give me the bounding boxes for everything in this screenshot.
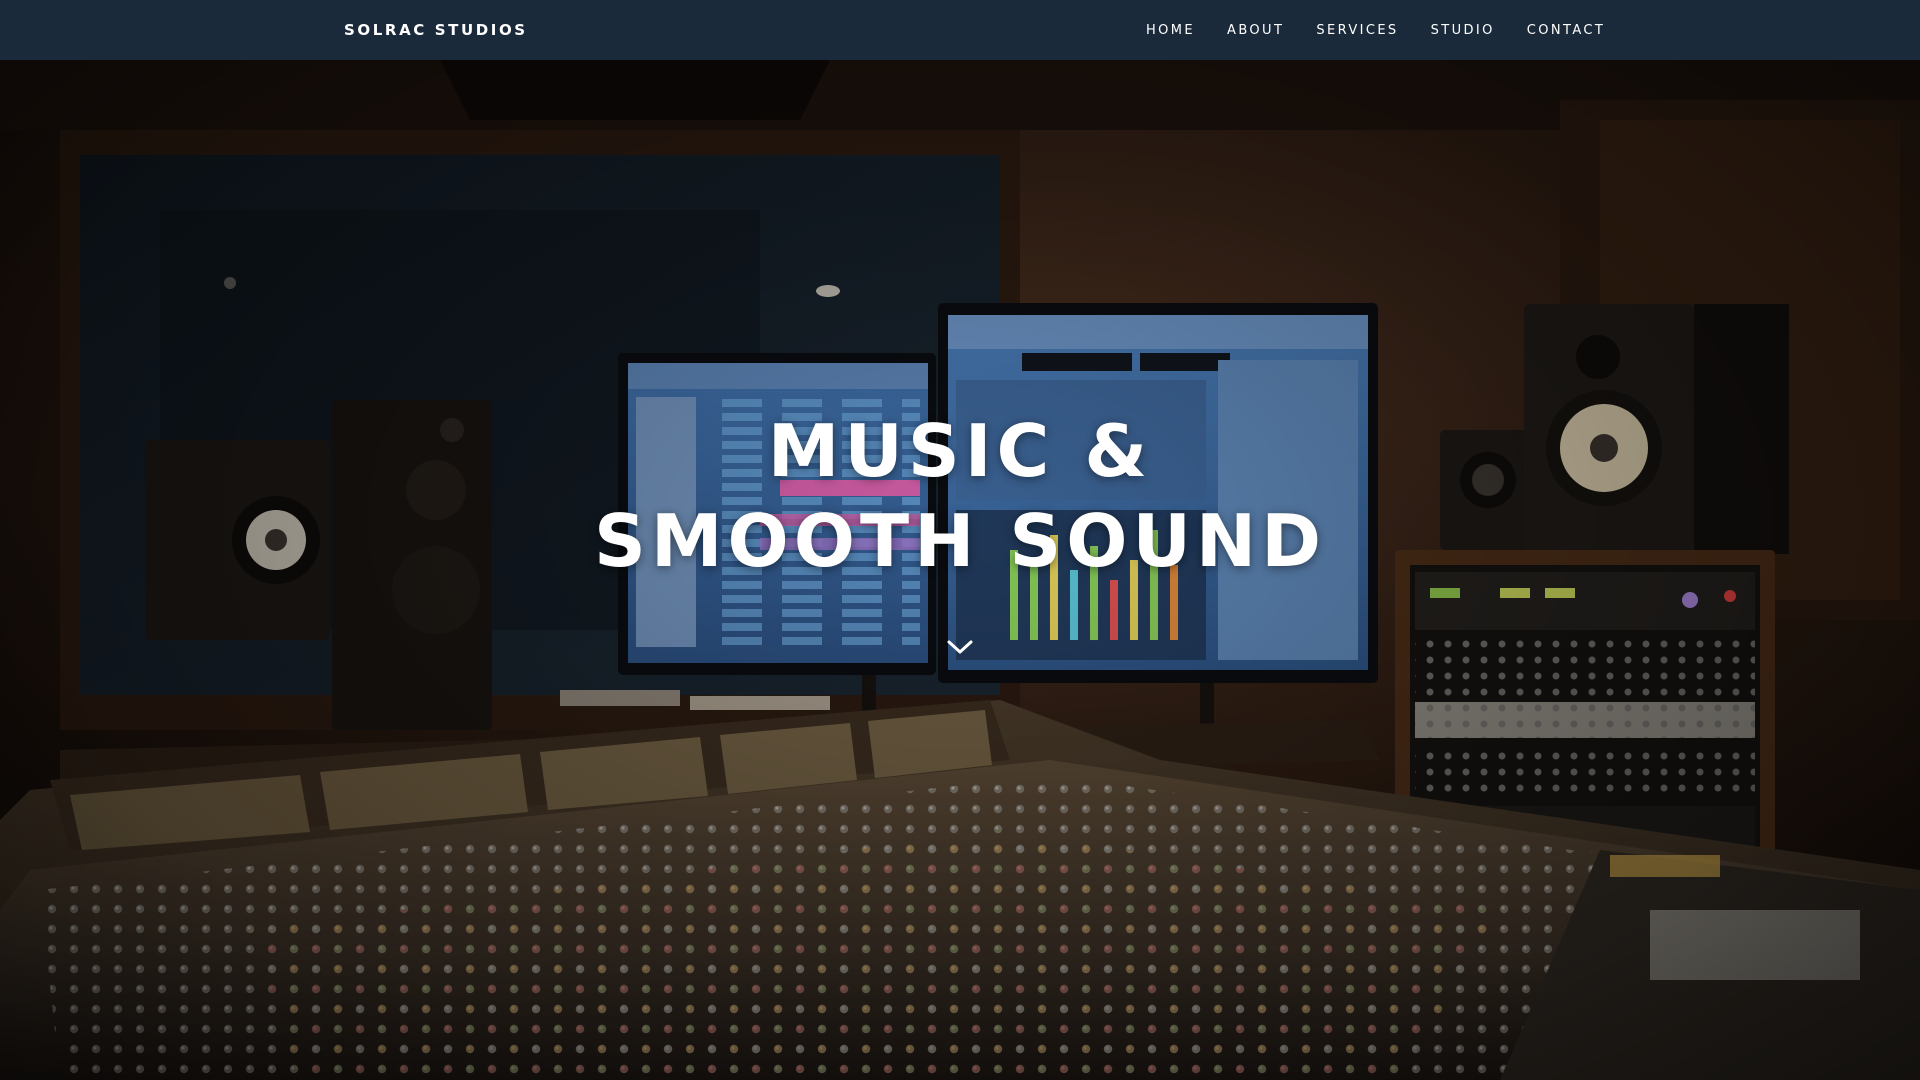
hero-section: MUSIC & SMOOTH SOUND bbox=[0, 60, 1920, 1080]
chevron-down-icon[interactable] bbox=[946, 636, 974, 658]
chevron-down-icon-glyph bbox=[947, 640, 973, 654]
menu-item-services: SERVICES bbox=[1316, 23, 1398, 38]
menu-item-studio: STUDIO bbox=[1431, 23, 1495, 38]
nav-link-about[interactable]: ABOUT bbox=[1227, 23, 1284, 38]
top-navbar: SOLRAC STUDIOS HOME ABOUT SERVICES STUDI… bbox=[0, 0, 1920, 60]
menu-item-about: ABOUT bbox=[1227, 23, 1284, 38]
menu-item-contact: CONTACT bbox=[1527, 23, 1605, 38]
main-menu: HOME ABOUT SERVICES STUDIO CONTACT bbox=[1146, 0, 1605, 60]
nav-link-services[interactable]: SERVICES bbox=[1316, 23, 1398, 38]
hero-title: MUSIC & SMOOTH SOUND bbox=[0, 406, 1920, 586]
nav-link-home[interactable]: HOME bbox=[1146, 23, 1195, 38]
hero-title-line-2: SMOOTH SOUND bbox=[594, 499, 1326, 583]
nav-link-contact[interactable]: CONTACT bbox=[1527, 23, 1605, 38]
menu-item-home: HOME bbox=[1146, 23, 1195, 38]
brand-logo-link[interactable]: SOLRAC STUDIOS bbox=[344, 0, 528, 60]
nav-link-studio[interactable]: STUDIO bbox=[1431, 23, 1495, 38]
hero-title-line-1: MUSIC & bbox=[767, 409, 1153, 493]
